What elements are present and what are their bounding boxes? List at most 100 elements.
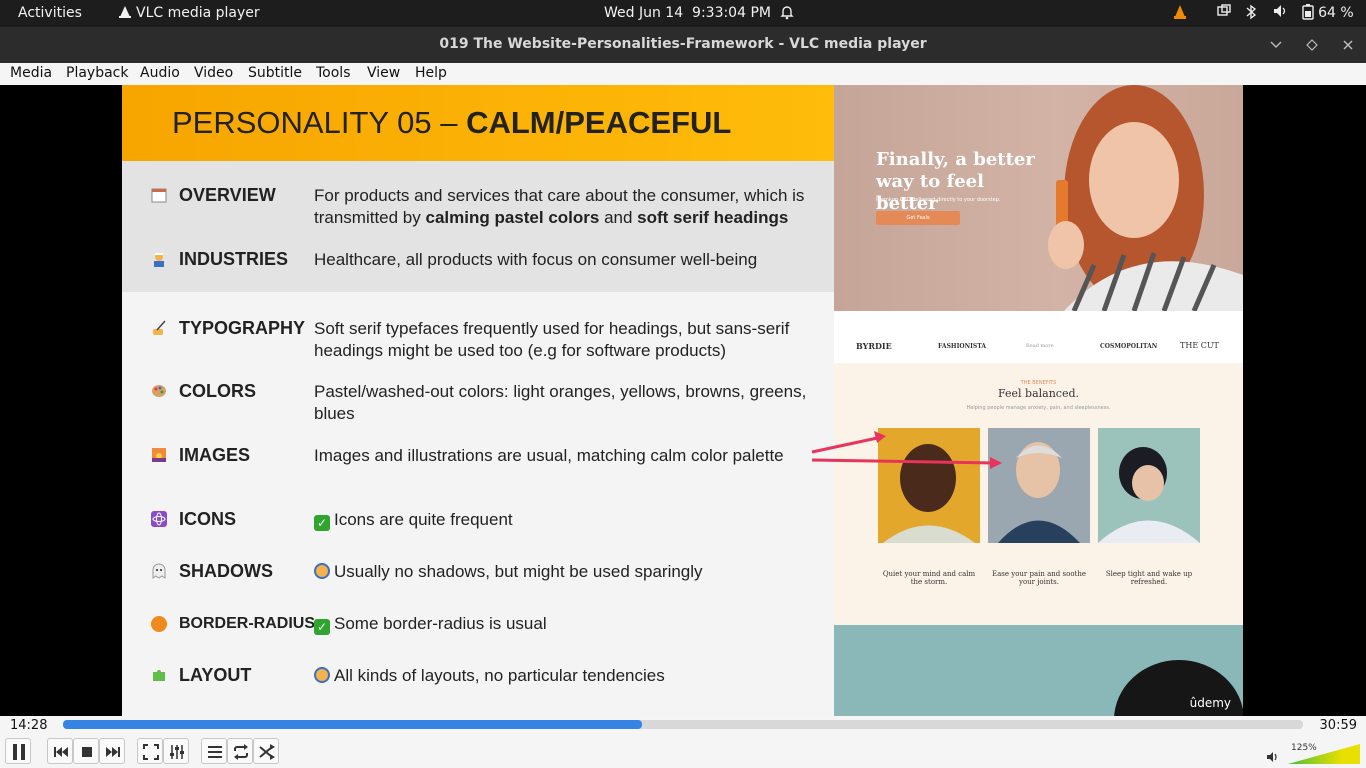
slide-header: PERSONALITY 05 – CALM/PEACEFUL (122, 85, 834, 161)
battery-indicator[interactable]: 64 % (1302, 4, 1354, 21)
atom-icon (149, 511, 169, 529)
slide: PERSONALITY 05 – CALM/PEACEFUL OVERVIEW … (122, 85, 1243, 716)
menu-help[interactable]: Help (415, 65, 447, 81)
ghost-icon (149, 563, 169, 581)
row-label: COLORS (179, 381, 257, 401)
menu-subtitle[interactable]: Subtitle (248, 65, 302, 81)
layout-desc-text: All kinds of layouts, no particular tend… (334, 666, 665, 685)
bell-icon[interactable] (780, 4, 794, 24)
activities-button[interactable]: Activities (18, 5, 82, 21)
close-button[interactable] (1338, 35, 1358, 55)
menu-media[interactable]: Media (10, 65, 52, 81)
loop-icon (234, 744, 248, 760)
shrug-icon (314, 667, 330, 683)
website-example: Finally, a better way to feel better Pre… (834, 85, 1243, 716)
slide-title-prefix: PERSONALITY 05 – (172, 105, 467, 140)
bluetooth-icon[interactable] (1246, 4, 1257, 24)
battery-percent: 64 % (1318, 5, 1354, 21)
stop-button[interactable] (73, 738, 99, 764)
health-worker-icon (149, 251, 169, 269)
system-top-bar: Activities VLC media player Wed Jun 14 9… (0, 0, 1366, 27)
row-description: Healthcare, all products with focus on c… (314, 250, 758, 269)
pause-icon (13, 744, 25, 760)
benefits-subtitle: Helping people manage anxiety, pain, and… (966, 405, 1111, 411)
volume-slider[interactable] (1288, 744, 1360, 764)
playlist-button[interactable] (201, 738, 227, 764)
hero-image: Finally, a better way to feel better Pre… (834, 85, 1243, 311)
speaker-icon[interactable] (1273, 4, 1287, 22)
logo-cosmopolitan: COSMOPOLITAN (1100, 343, 1158, 350)
shrug-icon (314, 563, 330, 579)
row-label: IMAGES (179, 445, 251, 465)
overview-desc-2: and (599, 208, 638, 227)
menu-tools[interactable]: Tools (316, 65, 351, 81)
row-description: Pastel/washed-out colors: light oranges,… (314, 382, 807, 423)
seek-row: 14:28 30:59 (0, 716, 1366, 736)
chevron-down-icon (1270, 41, 1282, 48)
hero-button: Get Feals (876, 211, 960, 225)
hair-image (1114, 660, 1243, 716)
total-time: 30:59 (1319, 718, 1357, 733)
clock-date: Wed Jun 14 (604, 5, 684, 21)
benefit-caption: Sleep tight and wake up refreshed. (1105, 570, 1193, 586)
playlist-icon (208, 746, 222, 758)
row-label: INDUSTRIES (179, 249, 289, 269)
hero-subtitle: Premium CBD delivered directly to your d… (876, 197, 1001, 203)
palette-icon (149, 383, 169, 401)
benefit-photo-woman (988, 428, 1090, 543)
fullscreen-button[interactable] (137, 738, 163, 764)
next-button[interactable] (99, 738, 125, 764)
shuffle-button[interactable] (253, 738, 279, 764)
minimize-button[interactable] (1266, 35, 1286, 55)
previous-button[interactable] (47, 738, 73, 764)
press-logos: BYRDIE FASHIONISTA Read more COSMOPOLITA… (834, 311, 1243, 363)
menu-playback[interactable]: Playback (66, 65, 128, 81)
skip-forward-icon (106, 747, 120, 757)
menu-view[interactable]: View (367, 65, 400, 81)
benefit-photo-sleep (1098, 428, 1200, 543)
row-description: For products and services that care abou… (314, 185, 824, 229)
logo-read-more: Read more (1026, 343, 1054, 349)
pause-button[interactable] (5, 738, 31, 764)
row-label: TYPOGRAPHY (179, 318, 306, 338)
check-mark-icon: ✓ (314, 515, 330, 531)
loop-button[interactable] (227, 738, 253, 764)
benefit-photo-man (878, 428, 980, 543)
close-icon (1343, 40, 1353, 50)
benefits-section: THE BENEFITS Feel balanced. Helping peop… (834, 363, 1243, 625)
skip-back-icon (54, 747, 68, 757)
puzzle-piece-icon (149, 667, 169, 685)
menu-bar: Media Playback Audio Video Subtitle Tool… (0, 63, 1366, 85)
display-icon[interactable] (1217, 4, 1231, 22)
row-description: ✓ Some border-radius is usual (314, 613, 824, 635)
window-title-bar: 019 The Website-Personalities-Framework … (0, 27, 1366, 63)
volume-icon[interactable] (1266, 751, 1280, 763)
menu-video[interactable]: Video (194, 65, 233, 81)
slide-title-bold: CALM/PEACEFUL (466, 105, 732, 140)
row-label: OVERVIEW (179, 185, 276, 205)
overview-desc-bold-2: soft serif headings (637, 208, 789, 227)
seek-bar[interactable] (63, 720, 1303, 729)
row-label: ICONS (179, 509, 237, 529)
clock[interactable]: Wed Jun 14 9:33:04 PM (604, 5, 771, 21)
vlc-tray-icon[interactable] (1173, 4, 1187, 24)
row-description: All kinds of layouts, no particular tend… (314, 665, 824, 687)
window-title: 019 The Website-Personalities-Framework … (439, 36, 927, 52)
benefits-title: Feel balanced. (997, 387, 1080, 400)
app-menu-label: VLC media player (136, 5, 260, 21)
maximize-button[interactable] (1302, 35, 1322, 55)
menu-audio[interactable]: Audio (140, 65, 180, 81)
notepad-icon (149, 187, 169, 205)
benefit-caption: Ease your pain and soothe your joints. (992, 570, 1086, 586)
app-menu[interactable]: VLC media player (118, 5, 260, 21)
extended-settings-button[interactable] (163, 738, 189, 764)
slide-title: PERSONALITY 05 – CALM/PEACEFUL (172, 105, 731, 141)
writing-hand-icon (149, 320, 169, 338)
hero-title: Finally, a better way to feel better (876, 149, 1035, 214)
shuffle-icon (259, 744, 275, 760)
border-radius-desc-text: Some border-radius is usual (334, 614, 547, 633)
clock-time: 9:33:04 PM (692, 5, 771, 21)
logo-byrdie: BYRDIE (856, 341, 892, 351)
row-description: ✓ Icons are quite frequent (314, 509, 824, 531)
video-area[interactable]: PERSONALITY 05 – CALM/PEACEFUL OVERVIEW … (0, 85, 1366, 716)
